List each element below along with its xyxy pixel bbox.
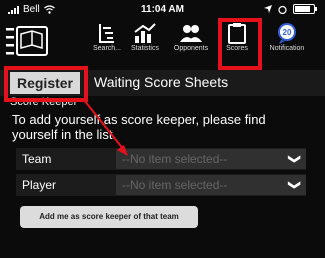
player-select[interactable]: --No item selected-- ❯ (116, 175, 306, 195)
status-right (264, 4, 317, 14)
team-row: Team --No item selected-- ❯ (16, 148, 306, 170)
location-icon (264, 5, 272, 13)
instructions-text: To add yourself as score keeper, please … (12, 112, 266, 142)
top-nav: Search... Statistics Opponents Scores 20… (0, 20, 325, 64)
nav-label-opponents: Opponents (173, 45, 209, 52)
nav-item-opponents[interactable]: Opponents (168, 22, 214, 52)
battery-icon (293, 4, 317, 14)
menu-book-icon[interactable] (6, 26, 50, 56)
notification-badge: 20 (283, 28, 292, 37)
nav-label-notification: Notification (269, 45, 305, 52)
nav-item-notification[interactable]: 20 Notification (264, 22, 310, 52)
status-bar: Bell 11:04 AM (0, 0, 325, 20)
notification-icon: 20 (278, 23, 296, 44)
add-score-keeper-button[interactable]: Add me as score keeper of that team (20, 206, 198, 228)
nav-label-statistics: Statistics (130, 45, 159, 52)
team-select-value: --No item selected-- (122, 152, 228, 166)
nav-label-search: Search... (92, 45, 121, 52)
chevron-down-icon: ❯ (287, 153, 302, 165)
tab-waiting-score-sheets[interactable]: Waiting Score Sheets (94, 74, 228, 90)
register-highlight-box (4, 66, 88, 102)
search-icon (99, 24, 114, 43)
team-label: Team (22, 152, 52, 166)
chevron-down-icon: ❯ (287, 179, 302, 191)
player-row: Player --No item selected-- ❯ (16, 174, 306, 196)
player-label: Player (22, 178, 57, 192)
scores-highlight-box (218, 18, 262, 70)
alarm-icon (278, 5, 287, 14)
nav-item-statistics[interactable]: Statistics (122, 22, 168, 52)
team-select[interactable]: --No item selected-- ❯ (116, 149, 306, 169)
statistics-icon (134, 23, 156, 43)
player-select-value: --No item selected-- (122, 178, 228, 192)
opponents-icon (180, 25, 202, 42)
